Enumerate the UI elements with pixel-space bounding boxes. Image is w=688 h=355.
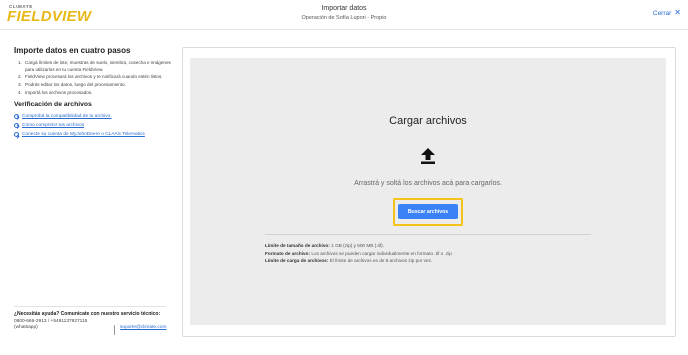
connect-account-link[interactable]: Conecte su cuenta de MyJohnDeere o CLAAS… — [22, 132, 145, 137]
verification-links: Comprobá la compatibilidad de tu archivo… — [14, 113, 174, 138]
step-number: 2. — [18, 74, 22, 80]
divider — [265, 234, 591, 235]
limit-size: Límite de tamaño de archivo: 1 GB (zip) … — [265, 242, 605, 250]
page-title: Importar datos — [321, 5, 367, 12]
link-row: Conecte su cuenta de MyJohnDeere o CLAAS… — [14, 132, 174, 138]
step-text: FieldView procesará los archivos y te no… — [25, 74, 163, 80]
step-text: Cargá límites de lote, muestras de suelo… — [25, 60, 171, 72]
upload-icon — [421, 148, 435, 164]
step-text: Importá los archivos procesados. — [25, 89, 93, 95]
limit-label: Formato de archivo: — [265, 250, 311, 256]
instructions-panel: Importe datos en cuatro pasos 1. Cargá lí… — [14, 46, 174, 142]
compress-files-link[interactable]: Cómo comprimir tus archivos — [22, 123, 84, 128]
close-icon: ✕ — [674, 8, 681, 17]
top-bar: CLIMATE FIELDVIEW Importar datos Operaci… — [0, 0, 688, 30]
step-number: 1. — [18, 60, 22, 65]
step-number: 3. — [18, 82, 22, 88]
close-button[interactable]: Cerrar ✕ — [653, 9, 681, 17]
external-link-icon — [14, 122, 19, 128]
step-item: 3. Podrás editar los datos, luego del pro… — [18, 82, 174, 89]
drop-instructions: Arrastrá y soltá los archivos acá para c… — [354, 180, 502, 187]
help-contacts: 0800-666-2913 / +5491137927115 (whatsapp… — [14, 319, 170, 335]
close-label: Cerrar — [652, 9, 672, 17]
steps-heading: Importe datos en cuatro pasos — [14, 46, 131, 55]
limit-label: Límite de tamaño de archivo: — [265, 243, 330, 248]
file-limits: Límite de tamaño de archivo: 1 GB (zip) … — [265, 242, 605, 265]
external-link-icon — [14, 132, 19, 138]
operation-subtitle: Operación de Sofía Lupori - Propio — [301, 15, 387, 21]
upload-title: Cargar archivos — [389, 115, 467, 127]
limit-format: Formato de archivo: Los archivos se pued… — [265, 250, 605, 258]
compatibility-link[interactable]: Comprobá la compatibilidad de tu archivo… — [22, 114, 112, 119]
help-separator — [114, 325, 115, 335]
step-item: 1. Cargá límites de lote, muestras de sue… — [18, 60, 174, 73]
support-email-link[interactable]: soporte@climate.com — [120, 325, 166, 335]
step-text: Podrás editar los datos, luego del proce… — [25, 82, 126, 88]
steps-list: 1. Cargá límites de lote, muestras de sue… — [14, 60, 174, 97]
limit-text: 1 GB (zip) y 500 MB (.tif). — [331, 243, 385, 248]
limit-count: Límite de carga de archivos: El límite d… — [265, 257, 605, 265]
help-phones: 0800-666-2913 / +5491137927115 (whatsapp… — [14, 319, 88, 330]
help-title: ¿Necesitás ayuda? Comunicate con nuestro… — [14, 311, 161, 317]
step-number: 4. — [18, 89, 22, 95]
limit-label: Límite de carga de archivos: — [265, 258, 329, 264]
link-row: Comprobá la compatibilidad de tu archivo… — [14, 113, 174, 119]
help-divider — [14, 306, 166, 307]
external-link-icon — [14, 113, 19, 119]
help-section: ¿Necesitás ayuda? Comunicate con nuestro… — [14, 311, 170, 335]
limit-text: Los archivos se pueden cargar individual… — [311, 250, 452, 256]
browse-files-button[interactable]: Buscar archivos — [398, 204, 458, 219]
link-row: Cómo comprimir tus archivos — [14, 122, 174, 128]
step-item: 4. Importá los archivos procesados. — [18, 90, 174, 97]
verification-heading: Verificación de archivos — [14, 100, 92, 108]
step-item: 2. FieldView procesará los archivos y te … — [18, 74, 174, 81]
limit-text: El límite de archivos es de 8 archivos z… — [329, 258, 433, 264]
drop-zone[interactable]: Cargar archivos Arrastrá y soltá los arc… — [190, 58, 666, 325]
